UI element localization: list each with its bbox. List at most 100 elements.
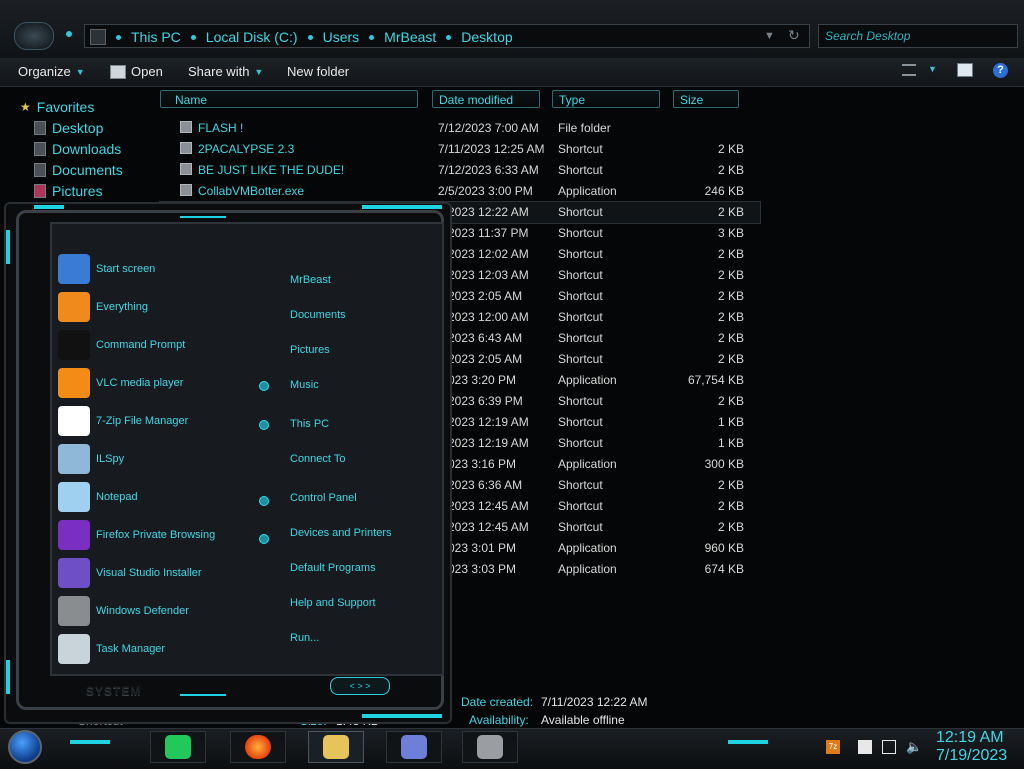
- submenu-arrow-icon[interactable]: [259, 381, 269, 391]
- open-label: Open: [131, 64, 163, 79]
- file-size-cell: 674 KB: [704, 562, 744, 576]
- column-header-size[interactable]: Size: [673, 90, 739, 108]
- start-button[interactable]: [8, 730, 42, 764]
- start-menu-place-item[interactable]: Connect To: [290, 453, 345, 465]
- magnifier-icon: [58, 292, 90, 322]
- sidebar-item-label: Downloads: [52, 141, 122, 157]
- seven-zip-tray-icon[interactable]: 7z: [826, 740, 840, 754]
- start-menu-program-item[interactable]: Task Manager: [58, 632, 165, 666]
- clock-time[interactable]: 12:19 AM: [936, 729, 1004, 747]
- file-size-cell: 2 KB: [717, 289, 744, 303]
- submenu-arrow-icon[interactable]: [259, 496, 269, 506]
- file-size-cell: 2 KB: [717, 499, 744, 513]
- start-menu-place-item[interactable]: Control Panel: [290, 492, 357, 504]
- column-header-date-modified[interactable]: Date modified: [432, 90, 540, 108]
- start-menu-program-label: Windows Defender: [96, 605, 189, 617]
- new-folder-button[interactable]: New folder: [287, 64, 349, 79]
- file-type-cell: Shortcut: [558, 436, 603, 450]
- file-type-cell: File folder: [558, 121, 611, 135]
- sidebar-item-downloads[interactable]: Downloads: [34, 141, 121, 157]
- breadcrumb-local-disk[interactable]: Local Disk (C:): [206, 29, 298, 45]
- file-date-cell: 7/12/2023 7:00 AM: [438, 121, 539, 135]
- start-menu-program-item[interactable]: Command Prompt: [58, 328, 185, 362]
- start-menu-place-item[interactable]: Devices and Printers: [290, 527, 392, 539]
- sidebar-item-documents[interactable]: Documents: [34, 162, 123, 178]
- file-type-cell: Shortcut: [558, 499, 603, 513]
- defender-wall-icon: [58, 596, 90, 626]
- views-icon[interactable]: [902, 64, 916, 76]
- submenu-arrow-icon[interactable]: [259, 534, 269, 544]
- organize-button[interactable]: Organize ▼: [18, 64, 85, 79]
- file-size-cell: 2 KB: [717, 520, 744, 534]
- sidebar-item-pictures[interactable]: Pictures: [34, 183, 103, 199]
- start-menu-program-item[interactable]: ILSpy: [58, 442, 124, 476]
- taskbar-app-firefox[interactable]: [230, 731, 286, 763]
- start-menu-nav-arrows[interactable]: < > >: [330, 677, 390, 695]
- sidebar-item-desktop[interactable]: Desktop: [34, 120, 103, 136]
- start-menu-place-item[interactable]: Music: [290, 379, 319, 391]
- start-menu-place-item[interactable]: Help and Support: [290, 597, 376, 609]
- breadcrumb-mrbeast[interactable]: MrBeast: [384, 29, 436, 45]
- volume-icon[interactable]: 🔈: [906, 740, 922, 754]
- preview-pane-icon[interactable]: [957, 63, 973, 77]
- share-with-button[interactable]: Share with ▼: [188, 64, 263, 79]
- flag-icon[interactable]: [858, 740, 872, 754]
- clock-date[interactable]: 7/19/2023: [936, 747, 1007, 765]
- documents-icon: [34, 163, 46, 177]
- file-size-cell: 2 KB: [717, 352, 744, 366]
- file-type-cell: Shortcut: [558, 478, 603, 492]
- sidebar-item-label: Desktop: [52, 120, 104, 136]
- system-label: SYSTEM: [86, 684, 142, 698]
- firefox-icon: [245, 735, 271, 759]
- start-menu-program-item[interactable]: Start screen: [58, 252, 155, 286]
- table-row[interactable]: FLASH ! 7/12/2023 7:00 AM File folder: [160, 118, 760, 139]
- file-size-cell: 1 KB: [717, 415, 744, 429]
- submenu-arrow-icon[interactable]: [259, 420, 269, 430]
- start-menu-program-item[interactable]: 7-Zip File Manager: [58, 404, 188, 438]
- taskbar-app-file-explorer[interactable]: [308, 731, 364, 763]
- back-forward-icon[interactable]: [14, 22, 54, 50]
- breadcrumb-this-pc[interactable]: This PC: [131, 29, 181, 45]
- breadcrumb-users[interactable]: Users: [323, 29, 360, 45]
- taskbar-app-defender[interactable]: [462, 731, 518, 763]
- start-menu-program-item[interactable]: Firefox Private Browsing: [58, 518, 215, 552]
- file-date-cell: 2/5/2023 3:00 PM: [438, 184, 533, 198]
- column-header-type[interactable]: Type: [552, 90, 660, 108]
- start-menu-program-item[interactable]: VLC media player: [58, 366, 183, 400]
- table-row[interactable]: CollabVMBotter.exe 2/5/2023 3:00 PM Applic…: [160, 181, 760, 202]
- start-menu-program-label: Task Manager: [96, 643, 166, 655]
- column-header-name[interactable]: Name: [160, 90, 418, 108]
- chevron-down-icon: ▼: [75, 66, 85, 77]
- start-menu-place-item[interactable]: Default Programs: [290, 562, 376, 574]
- breadcrumb-desktop[interactable]: Desktop: [461, 29, 512, 45]
- help-icon[interactable]: ?: [993, 63, 1008, 78]
- start-menu-place-item[interactable]: This PC: [290, 418, 329, 430]
- file-size-cell: 960 KB: [704, 541, 744, 555]
- refresh-icon[interactable]: ↻: [788, 27, 800, 44]
- file-type-cell: Shortcut: [558, 520, 603, 534]
- star-icon: ★: [20, 100, 31, 114]
- network-icon[interactable]: [882, 740, 896, 754]
- start-menu-program-item[interactable]: Notepad: [58, 480, 138, 514]
- table-row[interactable]: 2PACALYPSE 2.3 7/11/2023 12:25 AM Shortcut…: [160, 139, 760, 160]
- taskbar-app-control-panel[interactable]: [386, 731, 442, 763]
- chevron-down-icon[interactable]: ▼: [928, 64, 937, 74]
- start-menu-program-item[interactable]: Everything: [58, 290, 148, 324]
- start-menu-place-item[interactable]: Pictures: [290, 344, 330, 356]
- start-menu-place-item[interactable]: MrBeast: [290, 274, 331, 286]
- sidebar-item-favorites[interactable]: ★ Favorites: [20, 99, 94, 115]
- start-menu-place-item[interactable]: Run...: [290, 632, 319, 644]
- start-menu-place-item[interactable]: Documents: [290, 309, 346, 321]
- recent-locations-icon[interactable]: [66, 31, 72, 37]
- start-menu-program-item[interactable]: Visual Studio Installer: [58, 556, 202, 590]
- open-button[interactable]: Open: [110, 64, 163, 79]
- search-input[interactable]: Search Desktop: [818, 24, 1018, 48]
- table-row[interactable]: BE JUST LIKE THE DUDE! 7/12/2023 6:33 AM S…: [160, 160, 760, 181]
- address-dropdown-icon[interactable]: ▼: [764, 30, 775, 42]
- start-menu-program-label: Notepad: [96, 491, 138, 503]
- start-menu-program-label: Start screen: [96, 263, 156, 275]
- file-type-cell: Application: [558, 373, 617, 387]
- share-with-label: Share with: [188, 64, 250, 79]
- start-menu-program-item[interactable]: Windows Defender: [58, 594, 189, 628]
- taskbar-app-notes[interactable]: [150, 731, 206, 763]
